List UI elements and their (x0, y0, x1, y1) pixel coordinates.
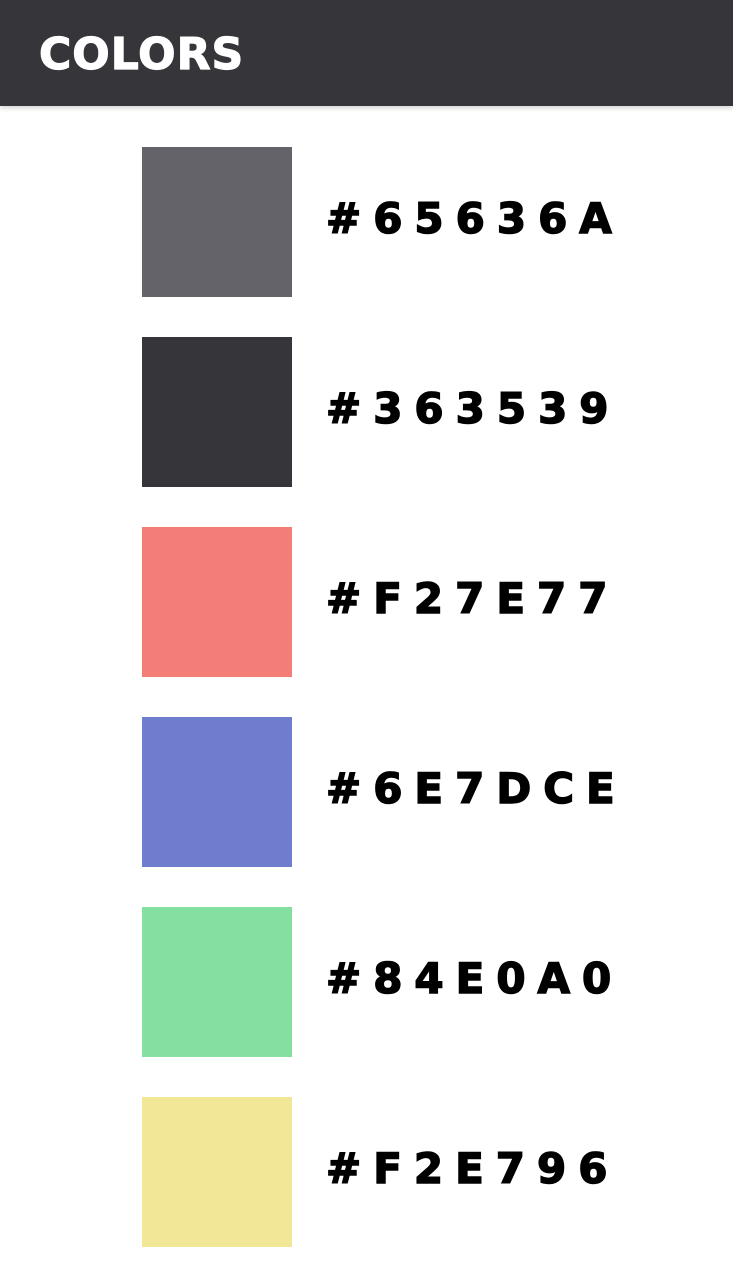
app-header: COLORS (0, 0, 733, 106)
color-swatch[interactable] (142, 717, 292, 867)
hex-code-label: #6E7DCE (325, 763, 627, 814)
color-swatch[interactable] (142, 337, 292, 487)
color-swatch-list: #65636A #363539 #F27E77 #6E7DCE #84E0A0 … (0, 147, 733, 1287)
hex-code-label: #65636A (325, 193, 624, 244)
color-row: #363539 (0, 337, 733, 487)
color-swatch[interactable] (142, 907, 292, 1057)
color-row: #6E7DCE (0, 717, 733, 867)
color-row: #F27E77 (0, 527, 733, 677)
hex-code-label: #363539 (325, 383, 621, 434)
color-row: #65636A (0, 147, 733, 297)
color-row: #F2E796 (0, 1097, 733, 1247)
color-swatch[interactable] (142, 1097, 292, 1247)
hex-code-label: #F2E796 (325, 1143, 620, 1194)
hex-code-label: #F27E77 (325, 573, 620, 624)
color-row: #84E0A0 (0, 907, 733, 1057)
color-swatch[interactable] (142, 147, 292, 297)
hex-code-label: #84E0A0 (325, 953, 624, 1004)
page-title: COLORS (38, 28, 245, 80)
color-swatch[interactable] (142, 527, 292, 677)
